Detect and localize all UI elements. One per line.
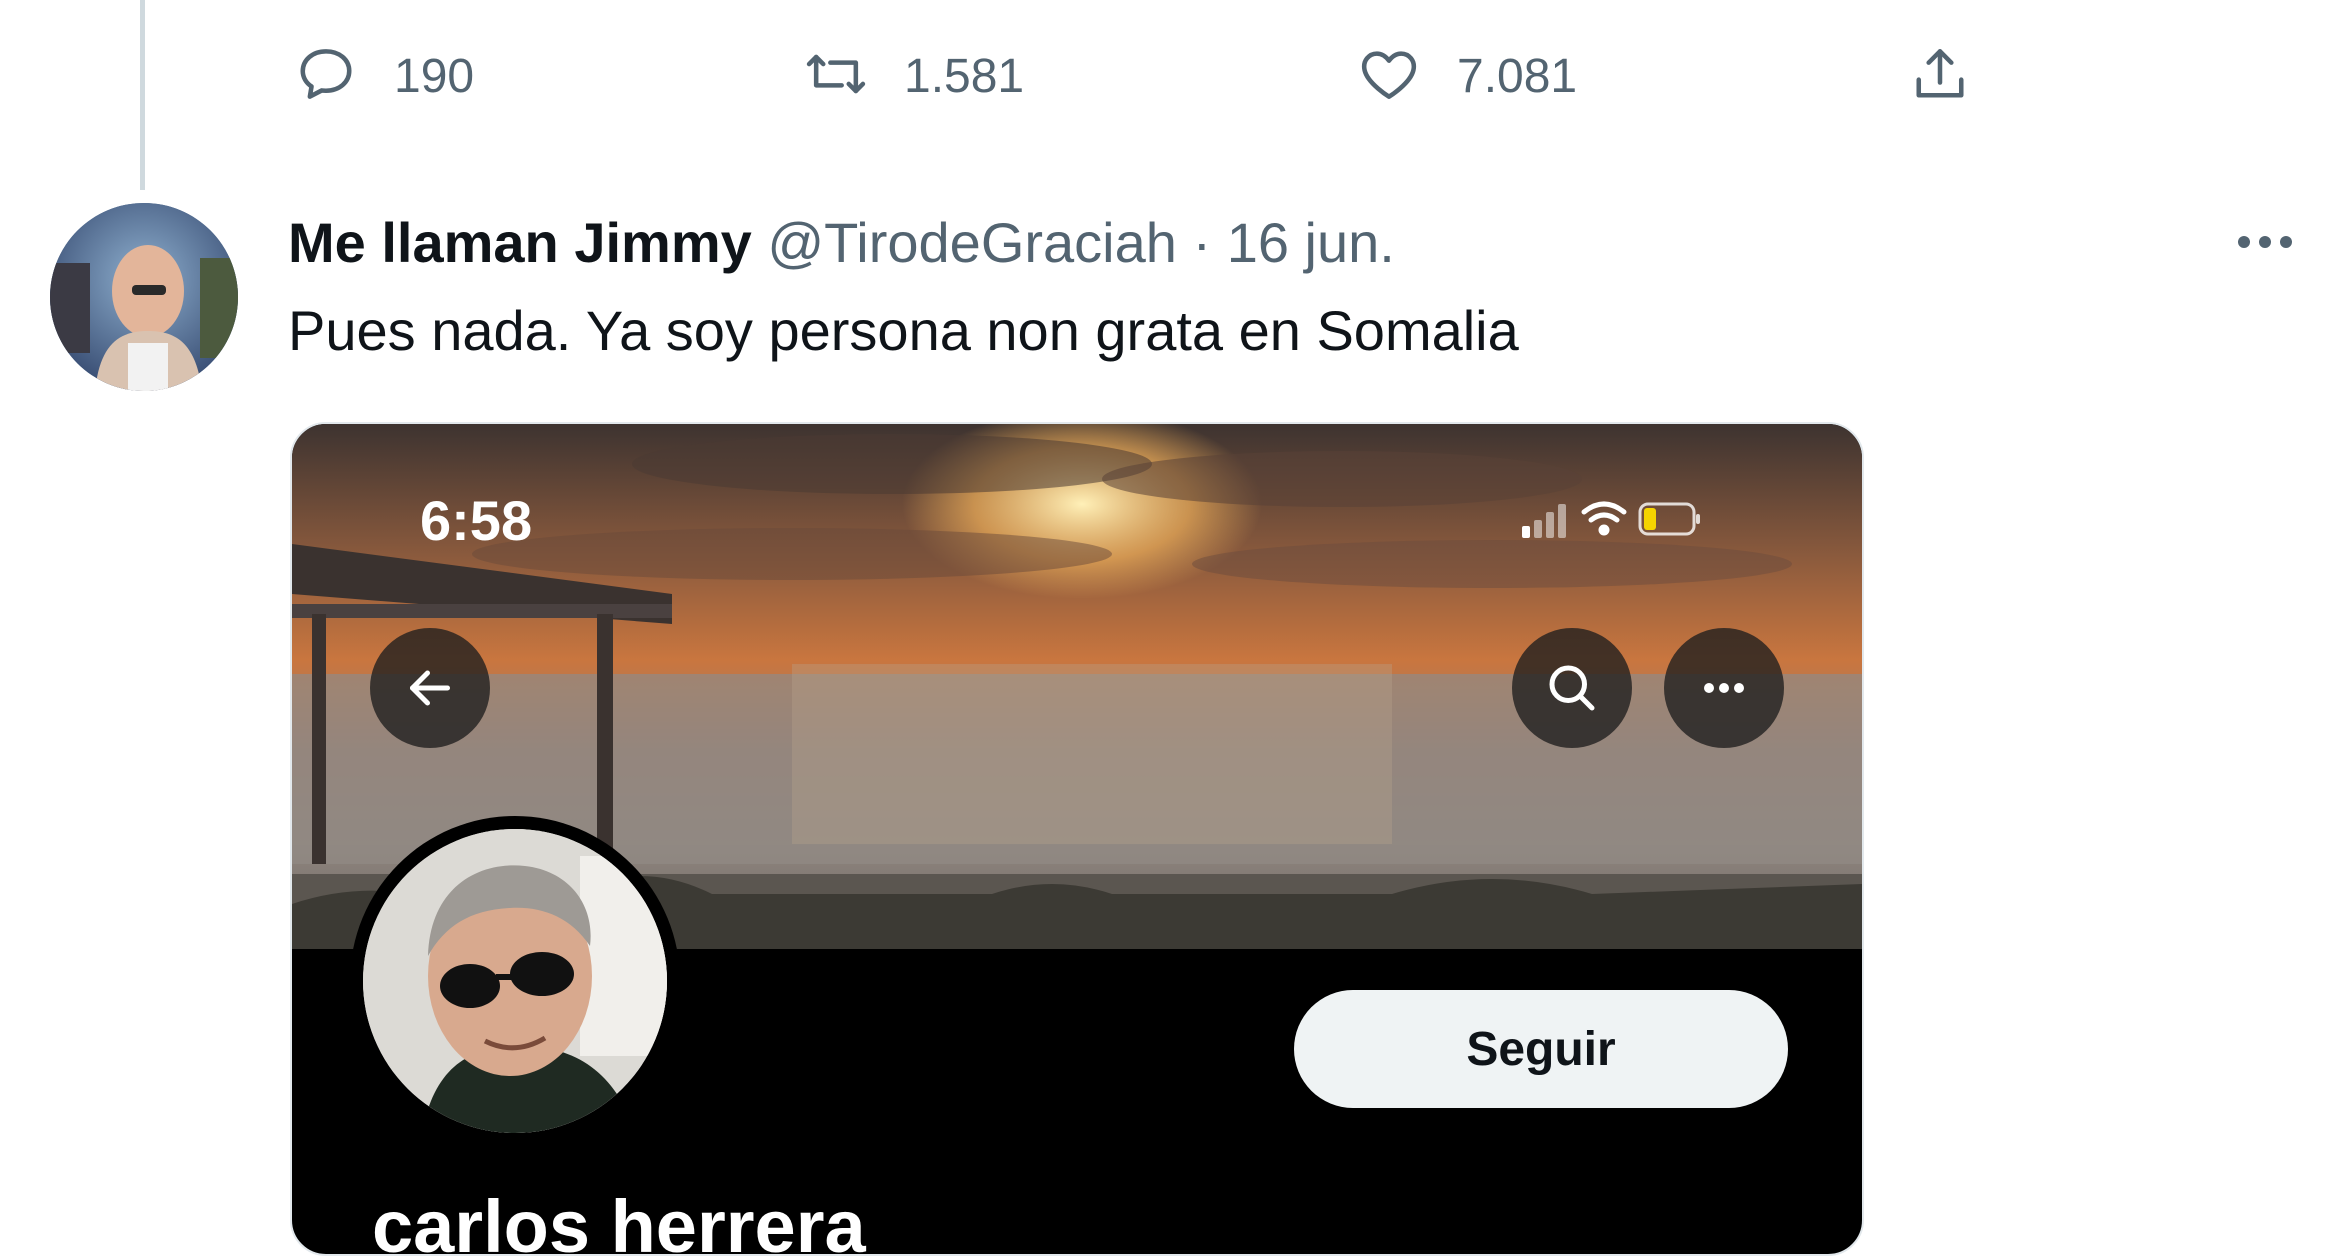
retweet-count: 1.581 xyxy=(904,50,1025,103)
profile-avatar[interactable] xyxy=(350,816,680,1146)
like-button[interactable]: 7.081 xyxy=(1355,40,1577,113)
reply-icon xyxy=(292,40,360,113)
tweet-media-image[interactable]: 6:58 Seguir carlos herrera xyxy=(290,422,1864,1256)
like-count: 7.081 xyxy=(1457,50,1578,103)
battery-icon xyxy=(1638,502,1700,536)
author-avatar[interactable] xyxy=(50,203,238,391)
more-horizontal-icon xyxy=(2238,236,2292,248)
share-icon xyxy=(1906,40,1974,113)
search-button[interactable] xyxy=(1512,628,1632,748)
tweet-header: Me llaman Jimmy @TirodeGraciah · 16 jun. xyxy=(288,210,1395,275)
tweet-date[interactable]: 16 jun. xyxy=(1227,211,1395,274)
arrow-left-icon xyxy=(410,670,450,706)
author-display-name[interactable]: Me llaman Jimmy xyxy=(288,211,752,274)
wifi-icon xyxy=(1581,501,1627,536)
status-bar-icons xyxy=(1522,490,1702,550)
tweet-text: Pues nada. Ya soy persona non grata en S… xyxy=(288,299,1519,362)
reply-count: 190 xyxy=(394,50,475,103)
more-horizontal-icon xyxy=(1704,683,1744,693)
status-bar-time: 6:58 xyxy=(420,489,533,552)
author-handle[interactable]: @TirodeGraciah xyxy=(767,211,1177,274)
retweet-icon xyxy=(802,40,870,113)
reply-button[interactable]: 190 xyxy=(292,40,474,113)
profile-more-button[interactable] xyxy=(1664,628,1784,748)
tweet-action-bar: 190 1.581 7.081 xyxy=(0,30,2350,130)
header-separator: · xyxy=(1192,211,1212,274)
retweet-button[interactable]: 1.581 xyxy=(802,40,1024,113)
follow-button[interactable]: Seguir xyxy=(1294,990,1788,1108)
share-button[interactable] xyxy=(1906,40,1974,113)
signal-icon xyxy=(1522,504,1566,538)
heart-icon xyxy=(1355,40,1423,113)
back-button[interactable] xyxy=(370,628,490,748)
search-icon xyxy=(1549,665,1595,711)
profile-display-name: carlos herrera xyxy=(372,1185,866,1256)
tweet-more-button[interactable] xyxy=(2230,212,2300,272)
